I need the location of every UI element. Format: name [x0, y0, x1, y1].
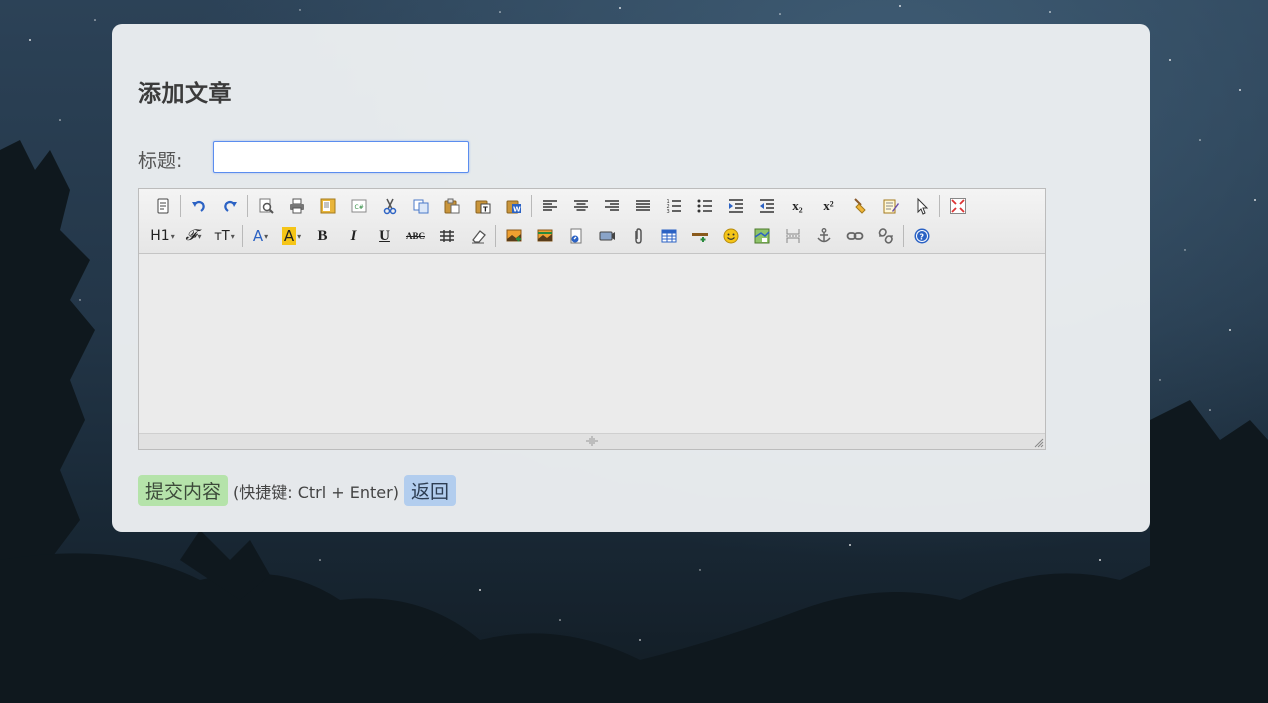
- form-actions: 提交内容 (快捷键: Ctrl + Enter) 返回: [138, 475, 456, 506]
- quick-format-icon[interactable]: [875, 193, 906, 219]
- anchor-icon[interactable]: [808, 223, 839, 249]
- underline-icon[interactable]: U: [369, 223, 400, 249]
- subscript-icon[interactable]: x₂: [782, 193, 813, 219]
- title-label: 标题:: [138, 150, 183, 172]
- fullscreen-icon[interactable]: [942, 193, 973, 219]
- font-family-glyph: 𝓕: [185, 228, 197, 244]
- indent-icon[interactable]: [720, 193, 751, 219]
- editor-toolbar: C# T W 1 2 3 x₂ x² H1 ▾ 𝓕 ▾ тT ▾ A ▾ A ▾…: [139, 189, 1045, 254]
- copy-icon[interactable]: [405, 193, 436, 219]
- svg-text:C#: C#: [354, 204, 363, 211]
- toolbar-separator: [903, 225, 904, 247]
- paste-word-icon[interactable]: W: [498, 193, 529, 219]
- font-size-icon[interactable]: тT ▾: [209, 223, 240, 249]
- multi-image-icon[interactable]: [529, 223, 560, 249]
- corner-resize-icon[interactable]: [1034, 438, 1044, 448]
- bold-glyph: B: [317, 227, 328, 244]
- toolbar-separator: [180, 195, 181, 217]
- flash-icon[interactable]: [560, 223, 591, 249]
- subscript-glyph: x₂: [792, 198, 803, 213]
- align-left-icon[interactable]: [534, 193, 565, 219]
- font-size-glyph: тT: [214, 228, 230, 244]
- redo-icon[interactable]: [214, 193, 245, 219]
- add-article-panel: 添加文章 标题: C# T W 1 2 3 x₂ x² H1 ▾ 𝓕 ▾ тT …: [112, 24, 1150, 532]
- superscript-icon[interactable]: x²: [813, 193, 844, 219]
- font-family-icon[interactable]: 𝓕 ▾: [178, 223, 209, 249]
- print-icon[interactable]: [281, 193, 312, 219]
- title-input[interactable]: [213, 141, 469, 173]
- align-center-icon[interactable]: [565, 193, 596, 219]
- svg-text:W: W: [513, 206, 521, 214]
- line-height-icon[interactable]: [431, 223, 462, 249]
- table-icon[interactable]: [653, 223, 684, 249]
- link-icon[interactable]: [839, 223, 870, 249]
- paste-icon[interactable]: [436, 193, 467, 219]
- align-right-icon[interactable]: [596, 193, 627, 219]
- svg-text:?: ?: [919, 232, 924, 241]
- clear-format-icon[interactable]: [844, 193, 875, 219]
- back-button[interactable]: 返回: [403, 475, 456, 506]
- submit-button[interactable]: 提交内容: [138, 475, 229, 506]
- source-icon[interactable]: [147, 193, 178, 219]
- select-all-icon[interactable]: [906, 193, 937, 219]
- shortcut-hint: (快捷键: Ctrl + Enter): [233, 482, 399, 502]
- font-color-icon[interactable]: A ▾: [245, 223, 276, 249]
- rich-text-editor: C# T W 1 2 3 x₂ x² H1 ▾ 𝓕 ▾ тT ▾ A ▾ A ▾…: [138, 188, 1046, 450]
- toolbar-row-1: C# T W 1 2 3 x₂ x²: [147, 192, 973, 220]
- hr-icon[interactable]: [684, 223, 715, 249]
- page-break-icon[interactable]: [777, 223, 808, 249]
- italic-icon[interactable]: I: [338, 223, 369, 249]
- image-icon[interactable]: [498, 223, 529, 249]
- toolbar-separator: [939, 195, 940, 217]
- justify-icon[interactable]: [627, 193, 658, 219]
- highlight-color-icon[interactable]: A ▾: [276, 223, 307, 249]
- toolbar-row-2: H1 ▾ 𝓕 ▾ тT ▾ A ▾ A ▾ B I U ABC ?: [147, 222, 937, 250]
- svg-text:3: 3: [666, 209, 669, 215]
- unlink-icon[interactable]: [870, 223, 901, 249]
- strikethrough-icon[interactable]: ABC: [400, 223, 431, 249]
- about-icon[interactable]: ?: [906, 223, 937, 249]
- undo-icon[interactable]: [183, 193, 214, 219]
- underline-glyph: U: [379, 227, 390, 244]
- unordered-list-icon[interactable]: [689, 193, 720, 219]
- remove-format-icon[interactable]: [462, 223, 493, 249]
- baidu-map-icon[interactable]: [746, 223, 777, 249]
- svg-text:T: T: [483, 206, 488, 214]
- editor-statusbar: [139, 433, 1045, 449]
- code-icon[interactable]: C#: [343, 193, 374, 219]
- editor-content-area[interactable]: [139, 254, 1045, 434]
- toolbar-separator: [242, 225, 243, 247]
- paste-text-icon[interactable]: T: [467, 193, 498, 219]
- strikethrough-glyph: ABC: [405, 231, 425, 241]
- superscript-glyph: x²: [823, 198, 834, 213]
- toolbar-separator: [495, 225, 496, 247]
- toolbar-separator: [531, 195, 532, 217]
- outdent-icon[interactable]: [751, 193, 782, 219]
- cut-icon[interactable]: [374, 193, 405, 219]
- media-icon[interactable]: [591, 223, 622, 249]
- resize-grip-icon[interactable]: [585, 436, 599, 446]
- highlight-glyph: A: [281, 227, 297, 245]
- ordered-list-icon[interactable]: 123: [658, 193, 689, 219]
- preview-icon[interactable]: [250, 193, 281, 219]
- font-color-glyph: A: [252, 227, 264, 245]
- heading-icon[interactable]: H1 ▾: [147, 223, 178, 249]
- heading-glyph: H1: [150, 228, 170, 244]
- emoticon-icon[interactable]: [715, 223, 746, 249]
- template-icon[interactable]: [312, 193, 343, 219]
- italic-glyph: I: [350, 227, 357, 244]
- bold-icon[interactable]: B: [307, 223, 338, 249]
- page-title: 添加文章: [138, 81, 232, 107]
- toolbar-separator: [247, 195, 248, 217]
- attachment-icon[interactable]: [622, 223, 653, 249]
